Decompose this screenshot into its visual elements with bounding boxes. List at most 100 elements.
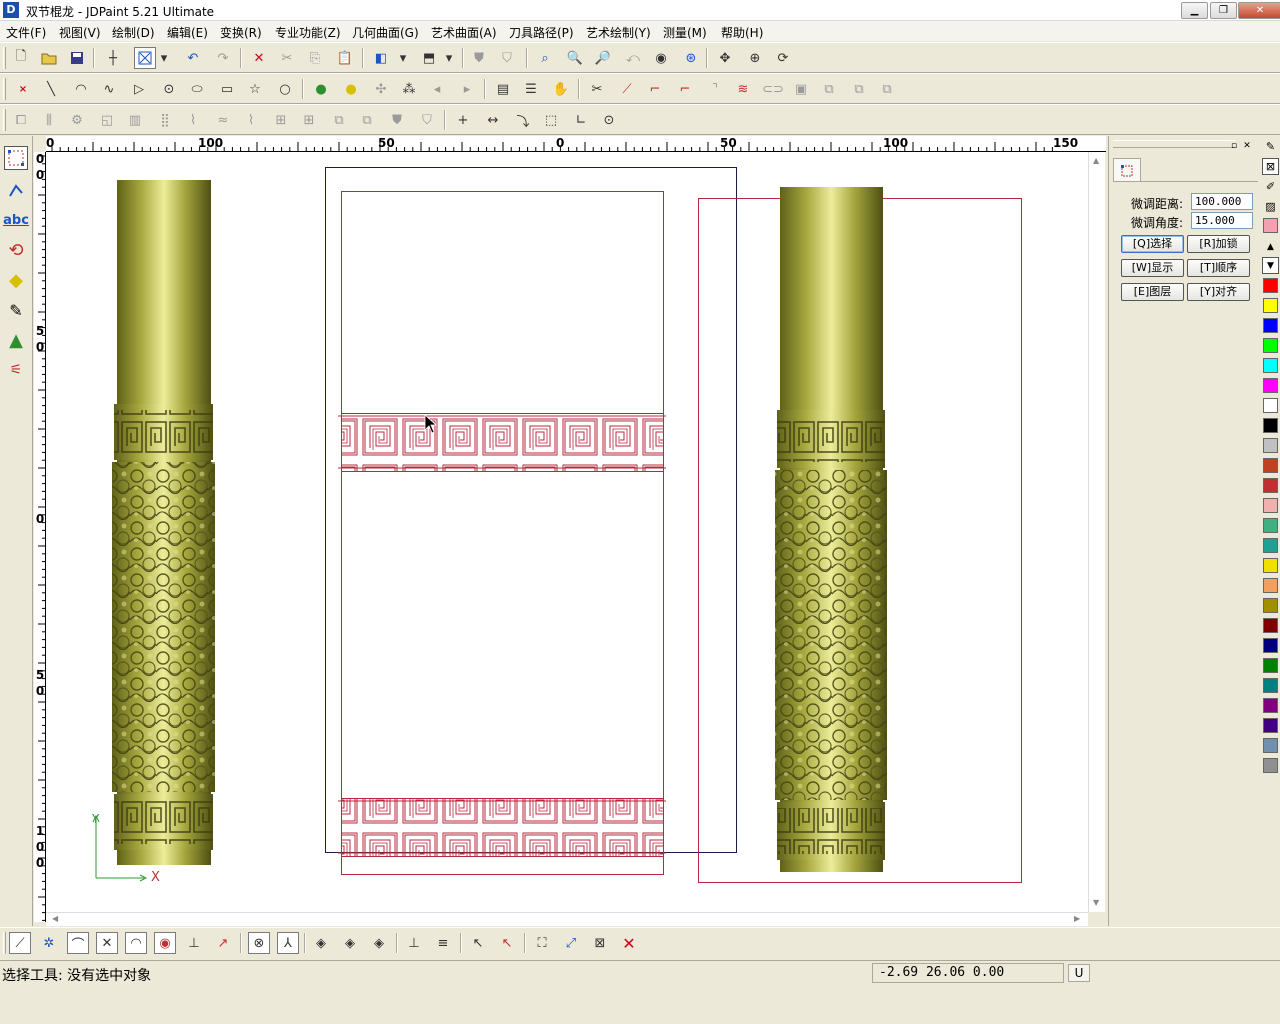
color-swatch[interactable] <box>1263 458 1278 473</box>
order-mode-button[interactable]: [T]顺序 <box>1187 259 1250 277</box>
measure-tool-icon[interactable]: ⚟ <box>4 358 28 382</box>
color-swatch[interactable] <box>1263 678 1278 693</box>
circle-icon[interactable]: ⊙ <box>158 78 180 100</box>
slot-icon[interactable]: ⊂⊃ <box>762 78 784 100</box>
node-edit-icon[interactable]: ✣ <box>370 78 392 100</box>
bulb-yellow-icon[interactable]: ● <box>340 78 362 100</box>
undo-icon[interactable]: ↶ <box>182 47 204 69</box>
color-swatch[interactable] <box>1263 658 1278 673</box>
scroll-down-icon[interactable]: ▼ <box>1093 898 1099 907</box>
scroll-left-icon[interactable]: ◀ <box>52 914 58 923</box>
curve-array-icon[interactable]: ⌇ <box>182 109 204 131</box>
select-tool-icon[interactable] <box>4 146 28 170</box>
color-swatch[interactable] <box>1263 278 1278 293</box>
offset-curve-icon[interactable]: ≋ <box>732 78 754 100</box>
combine-icon[interactable]: ⧉ <box>818 78 840 100</box>
cut-icon[interactable]: ✂ <box>276 47 298 69</box>
scroll-right-icon[interactable]: ▶ <box>1074 914 1080 923</box>
rectangle-icon[interactable]: ▭ <box>216 78 238 100</box>
vertical-scrollbar[interactable]: ▲ ▼ <box>1088 152 1105 912</box>
shield-solid-icon[interactable]: ⛉ <box>496 47 518 69</box>
paste-icon[interactable]: 📋 <box>334 47 356 69</box>
middle-layout-drawing[interactable] <box>325 167 737 875</box>
zoom-window-icon[interactable]: ⌕ <box>534 47 556 69</box>
dimension-horizontal-icon[interactable]: ↔ <box>482 109 504 131</box>
grid-3-icon[interactable]: ⧉ <box>328 109 350 131</box>
frame-icon[interactable]: ▣ <box>790 78 812 100</box>
color-swatch[interactable] <box>1263 558 1278 573</box>
color-swatch[interactable] <box>1263 618 1278 633</box>
menu-measure[interactable]: 测量(M) <box>663 24 707 41</box>
align-stack-icon[interactable]: ≡ <box>432 932 454 954</box>
array-icon[interactable]: ⣿ <box>154 109 176 131</box>
snap-center-icon[interactable]: ⊗ <box>248 932 270 954</box>
palette-up-icon[interactable]: ▲ <box>1262 238 1279 255</box>
close-button[interactable]: ✕ <box>1238 2 1280 19</box>
menu-transform[interactable]: 变换(R) <box>220 24 262 41</box>
right-pillar-model[interactable] <box>698 187 1022 883</box>
shield-icon[interactable]: ⛊ <box>468 47 490 69</box>
select-window-icon[interactable]: ⊠ <box>589 932 611 954</box>
spline-icon[interactable]: ∿ <box>98 78 120 100</box>
horizontal-scrollbar[interactable]: ◀ ▶ <box>46 912 1088 926</box>
pen-tool-icon[interactable]: ✎ <box>4 298 28 322</box>
layer-color-icon[interactable]: ◧ <box>370 47 392 69</box>
view-all-icon[interactable]: ◉ <box>650 47 672 69</box>
corner-icon[interactable]: ⌝ <box>704 78 726 100</box>
snap-angle-icon[interactable]: ⅄ <box>277 932 299 954</box>
page-icon[interactable]: ▤ <box>492 78 514 100</box>
panel-tab-select[interactable] <box>1113 158 1141 182</box>
transform-2-icon[interactable]: ⫼ <box>38 109 60 131</box>
rotate-view-icon[interactable]: ⟳ <box>772 47 794 69</box>
color-swatch[interactable] <box>1263 398 1278 413</box>
wave-icon[interactable]: ≈ <box>212 109 234 131</box>
redo-icon[interactable]: ↷ <box>212 47 234 69</box>
curve-tool-icon[interactable]: ⟲ <box>4 238 28 262</box>
arrow-right-icon[interactable]: ▸ <box>456 78 478 100</box>
color-swatch[interactable] <box>1263 498 1278 513</box>
snap-circle-icon[interactable]: ◉ <box>154 932 176 954</box>
menu-file[interactable]: 文件(F) <box>6 24 46 41</box>
current-color-swatch[interactable] <box>1263 218 1278 233</box>
crosshair-icon[interactable]: ┼ <box>102 47 124 69</box>
bend-icon[interactable]: ⌇ <box>240 109 262 131</box>
zoom-icon[interactable]: ⊕ <box>744 47 766 69</box>
trim-icon[interactable]: ✂ <box>586 78 608 100</box>
node-tool-icon[interactable] <box>4 178 28 202</box>
node-group-icon[interactable]: ⁂ <box>398 78 420 100</box>
color-swatch[interactable] <box>1263 338 1278 353</box>
eyedropper-icon[interactable]: ✐ <box>1262 178 1279 195</box>
color-swatch[interactable] <box>1263 418 1278 433</box>
left-pillar-model[interactable] <box>112 180 215 865</box>
pen-icon[interactable]: ✎ <box>1262 138 1279 155</box>
delete-icon[interactable]: ✕ <box>248 47 270 69</box>
lock-mode-button[interactable]: [R]加锁 <box>1187 235 1250 253</box>
fine-tune-angle-input[interactable]: 15.000 <box>1191 212 1253 229</box>
bulb-green-icon[interactable]: ● <box>310 78 332 100</box>
menu-toolpath[interactable]: 刀具路径(P) <box>509 24 574 41</box>
color-swatch[interactable] <box>1263 638 1278 653</box>
text-tool-icon[interactable]: abc <box>3 208 29 232</box>
no-fill-icon[interactable]: ⊠ <box>1262 158 1279 175</box>
point-icon[interactable]: × <box>12 78 34 100</box>
node-diamond-1-icon[interactable]: ◈ <box>310 932 332 954</box>
layer-mode-button[interactable]: [E]图层 <box>1121 283 1184 301</box>
color-swatch[interactable] <box>1263 758 1278 773</box>
scroll-up-icon[interactable]: ▲ <box>1093 156 1099 165</box>
grid-icon[interactable]: ⊞ <box>270 109 292 131</box>
zoom-in-icon[interactable]: 🔎 <box>592 47 614 69</box>
menu-draw[interactable]: 绘制(D) <box>112 24 155 41</box>
menu-professional[interactable]: 专业功能(Z) <box>275 24 341 41</box>
menu-edit[interactable]: 编辑(E) <box>167 24 208 41</box>
hatch-icon[interactable]: ☰ <box>520 78 542 100</box>
transform-3-icon[interactable]: ⚙ <box>66 109 88 131</box>
minimize-button[interactable]: ▁ <box>1181 2 1208 19</box>
color-swatch[interactable] <box>1263 438 1278 453</box>
surface-tool-icon[interactable]: ▲ <box>4 328 28 352</box>
extend-icon[interactable]: ⟋ <box>616 78 638 100</box>
color-swatch[interactable] <box>1263 578 1278 593</box>
menu-art-draw[interactable]: 艺术绘制(Y) <box>586 24 651 41</box>
menu-view[interactable]: 视图(V) <box>59 24 101 41</box>
snap-tangent-icon[interactable]: ◠ <box>125 932 147 954</box>
snap-arc-icon[interactable]: ⌒ <box>67 932 89 954</box>
